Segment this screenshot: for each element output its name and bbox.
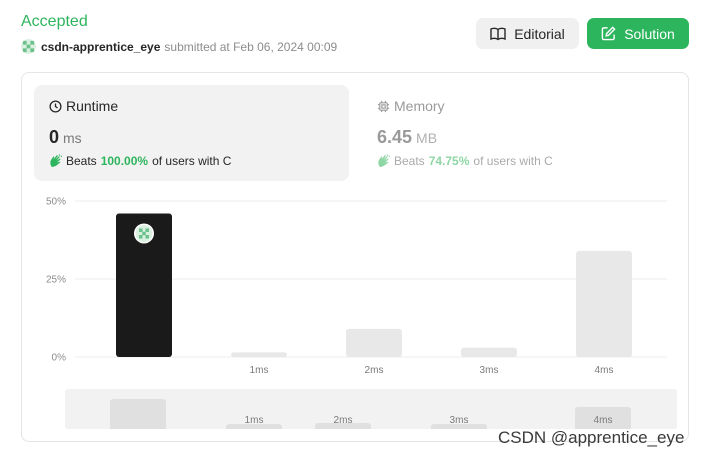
memory-value: 6.45 [377, 127, 413, 147]
overview-label: 4ms [593, 415, 613, 426]
username-link[interactable]: csdn-apprentice_eye [41, 40, 160, 54]
chip-icon [377, 100, 390, 112]
memory-title: Memory [377, 98, 662, 114]
editorial-label: Editorial [514, 25, 565, 42]
runtime-beats-prefix: Beats [66, 154, 97, 168]
bar-2ms[interactable] [346, 328, 402, 357]
x-tick-label: 3ms [480, 365, 499, 376]
book-icon [490, 27, 506, 40]
memory-beats-suffix: of users with C [473, 154, 553, 168]
clap-icon [50, 154, 63, 167]
overview-label: 2ms [333, 415, 353, 426]
runtime-beats-pct: 100.00% [100, 154, 149, 168]
memory-beats: Beats 74.75% of users with C [377, 154, 662, 168]
y-tick-label: 0% [52, 353, 67, 364]
avatar[interactable] [21, 39, 36, 54]
clap-icon [378, 154, 391, 167]
memory-beats-prefix: Beats [394, 154, 425, 168]
submission-status: Accepted [21, 13, 88, 30]
memory-title-text: Memory [394, 98, 445, 114]
watermark: CSDN @apprentice_eye [498, 428, 685, 447]
x-tick-label: 2ms [365, 365, 384, 376]
submitted-at: submitted at Feb 06, 2024 00:09 [164, 39, 338, 54]
x-tick-label: 4ms [595, 365, 614, 376]
memory-metric: 6.45 MB [377, 127, 662, 148]
runtime-beats-suffix: of users with C [152, 154, 232, 168]
runtime-metric: 0 ms [49, 127, 334, 148]
result-panel: Runtime 0 ms Beats 100.00% of users with … [21, 72, 689, 442]
x-tick-label: 1ms [250, 365, 269, 376]
bar-1ms[interactable] [231, 352, 287, 357]
submission-info: csdn-apprentice_eye submitted at Feb 06,… [21, 39, 337, 54]
runtime-value: 0 [49, 127, 60, 147]
solution-button[interactable]: Solution [587, 18, 689, 49]
runtime-title-text: Runtime [66, 98, 119, 114]
runtime-beats: Beats 100.00% of users with C [49, 154, 334, 168]
y-tick-label: 25% [46, 275, 66, 286]
memory-beats-pct: 74.75% [428, 154, 470, 168]
overview-bar [110, 399, 166, 429]
solution-label: Solution [624, 25, 675, 42]
runtime-unit: ms [63, 130, 82, 146]
overview-label: 1ms [244, 415, 264, 426]
user-avatar-marker [134, 223, 154, 244]
edit-icon [601, 26, 616, 41]
overview-label: 3ms [449, 415, 469, 426]
runtime-title: Runtime [49, 98, 334, 114]
bar-3ms[interactable] [461, 347, 517, 357]
runtime-distribution-chart[interactable]: 50% 25% 0% 1ms 2ms 3ms 4ms [22, 189, 688, 379]
runtime-card[interactable]: Runtime 0 ms Beats 100.00% of users with … [34, 85, 349, 181]
editorial-button[interactable]: Editorial [476, 18, 579, 49]
distribution-overview-scrubber[interactable]: 1ms 2ms 3ms 4ms [65, 389, 677, 429]
y-tick-label: 50% [46, 197, 66, 208]
bar-4ms[interactable] [576, 250, 632, 357]
clock-icon [49, 99, 62, 113]
memory-unit: MB [416, 130, 438, 146]
memory-card[interactable]: Memory 6.45 MB Beats 74.75% of users with… [362, 85, 677, 181]
